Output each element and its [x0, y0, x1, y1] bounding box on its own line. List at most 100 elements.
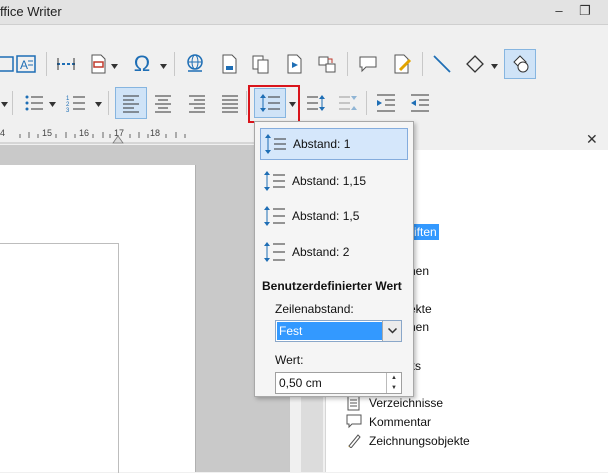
ordered-list-button[interactable]: 123 [62, 89, 90, 117]
spacing-option-1-5[interactable]: Abstand: 1,5 [260, 200, 408, 232]
draw-functions-button[interactable] [504, 49, 536, 79]
spacing-option-label: Abstand: 1,15 [292, 174, 367, 188]
separator [12, 91, 13, 115]
align-left-button[interactable] [115, 87, 147, 119]
line-spacing-select-button[interactable] [382, 321, 401, 341]
basic-shapes-button[interactable] [461, 50, 489, 78]
separator [347, 52, 348, 76]
page-break-icon [57, 58, 75, 70]
separator [174, 52, 175, 76]
diamond-icon [466, 55, 484, 73]
field-button[interactable] [84, 50, 112, 78]
basic-shapes-dropdown[interactable] [490, 60, 498, 72]
footnote-icon [222, 54, 237, 74]
arrow-page-icon [287, 54, 302, 74]
align-center-button[interactable] [149, 89, 177, 117]
special-character-button[interactable]: Ω [128, 50, 156, 78]
line-spacing-icon [265, 134, 286, 154]
drawing-icon [346, 432, 362, 449]
spacing-option-2[interactable]: Abstand: 2 [260, 236, 408, 268]
align-center-icon [155, 95, 171, 113]
cross-reference-insert-button[interactable] [313, 50, 341, 78]
close-icon: ✕ [586, 131, 598, 147]
line-spacing-label: Zeilenabstand: [275, 302, 354, 316]
title-bar [0, 0, 608, 25]
globe-icon [187, 54, 203, 72]
justify-button[interactable] [216, 89, 244, 117]
field-icon [91, 54, 106, 74]
font-color-dropdown[interactable] [0, 98, 8, 110]
document-canvas[interactable] [0, 145, 290, 473]
window-title: ffice Writer [0, 4, 62, 19]
standard-toolbar: A Ω [0, 44, 608, 84]
comment-icon [346, 413, 362, 429]
edit-document-icon [394, 54, 412, 74]
line-spacing-highlight [248, 85, 300, 123]
svg-text:A: A [20, 58, 28, 72]
value-input[interactable]: 0,50 cm [279, 376, 322, 390]
special-character-dropdown[interactable] [159, 60, 167, 72]
line-spacing-icon [264, 242, 285, 262]
comment-button[interactable] [354, 50, 382, 78]
custom-value-heading: Benutzerdefinierter Wert [262, 279, 402, 293]
minimize-icon: – [555, 3, 563, 18]
text-box-button[interactable]: A [12, 50, 40, 78]
spin-up-icon[interactable]: ▲ [387, 373, 401, 383]
comment-icon [359, 56, 377, 73]
chevron-down-icon [94, 101, 102, 107]
line-icon [433, 55, 451, 73]
chevron-down-icon [0, 101, 8, 107]
unordered-list-button[interactable] [20, 89, 48, 117]
bookmark-button[interactable] [281, 50, 309, 78]
increase-indent-button[interactable] [372, 89, 400, 117]
unordered-list-dropdown[interactable] [48, 98, 56, 110]
line-spacing-icon [264, 171, 285, 191]
text-boundary [0, 243, 119, 473]
line-spacing-icon [264, 206, 285, 226]
increase-indent-icon [377, 94, 395, 112]
chevron-down-icon [490, 63, 498, 69]
linked-pages-icon [318, 56, 336, 73]
bullet-list-icon [25, 95, 43, 111]
page-break-button[interactable] [52, 50, 80, 78]
decrease-indent-button[interactable] [406, 89, 434, 117]
chevron-down-icon [48, 101, 56, 107]
ruler-tick-label: 16 [79, 128, 90, 138]
ruler-tick-label: 17 [114, 128, 125, 138]
hyperlink-button[interactable] [181, 50, 209, 78]
index-icon [346, 395, 362, 411]
navigator-item-comments[interactable]: Kommentar [369, 415, 431, 429]
spin-down-icon[interactable]: ▼ [387, 383, 401, 393]
field-dropdown[interactable] [110, 60, 118, 72]
track-changes-button[interactable] [388, 50, 416, 78]
restore-button[interactable]: ❐ [572, 2, 598, 20]
increase-paragraph-spacing-button[interactable] [302, 89, 330, 117]
ruler-tick-label: 4 [0, 128, 6, 138]
value-spin-buttons[interactable]: ▲ ▼ [386, 373, 401, 393]
ordered-list-dropdown[interactable] [94, 98, 102, 110]
value-spinner[interactable]: 0,50 cm ▲ ▼ [275, 372, 402, 394]
spacing-option-label: Abstand: 2 [292, 245, 350, 259]
spacing-option-label: Abstand: 1,5 [292, 209, 360, 223]
spacing-option-1-15[interactable]: Abstand: 1,15 [260, 165, 408, 197]
navigator-item-indexes[interactable]: Verzeichnisse [369, 396, 443, 410]
draw-shapes-icon [513, 55, 529, 73]
line-button[interactable] [428, 50, 456, 78]
copy-pages-icon [252, 55, 269, 74]
restore-icon: ❐ [579, 3, 591, 18]
line-spacing-select-value: Fest [277, 322, 383, 340]
line-spacing-popup: Abstand: 1 Abstand: 1,15 Abstand: 1,5 Ab… [254, 121, 414, 397]
align-right-button[interactable] [183, 89, 211, 117]
decrease-paragraph-spacing-button[interactable] [334, 89, 362, 117]
svg-text:3: 3 [66, 108, 70, 114]
document-page[interactable] [0, 165, 196, 473]
line-spacing-select[interactable]: Fest [275, 320, 402, 342]
footnote-button[interactable] [215, 50, 243, 78]
align-justify-icon [222, 95, 238, 113]
sidebar-close-button[interactable]: ✕ [586, 131, 598, 148]
minimize-button[interactable]: – [546, 2, 572, 20]
cross-reference-button[interactable] [247, 50, 275, 78]
spacing-option-1[interactable]: Abstand: 1 [260, 128, 408, 160]
horizontal-ruler: 4 15 16 17 18 [0, 126, 290, 144]
navigator-item-drawings[interactable]: Zeichnungsobjekte [369, 434, 470, 448]
